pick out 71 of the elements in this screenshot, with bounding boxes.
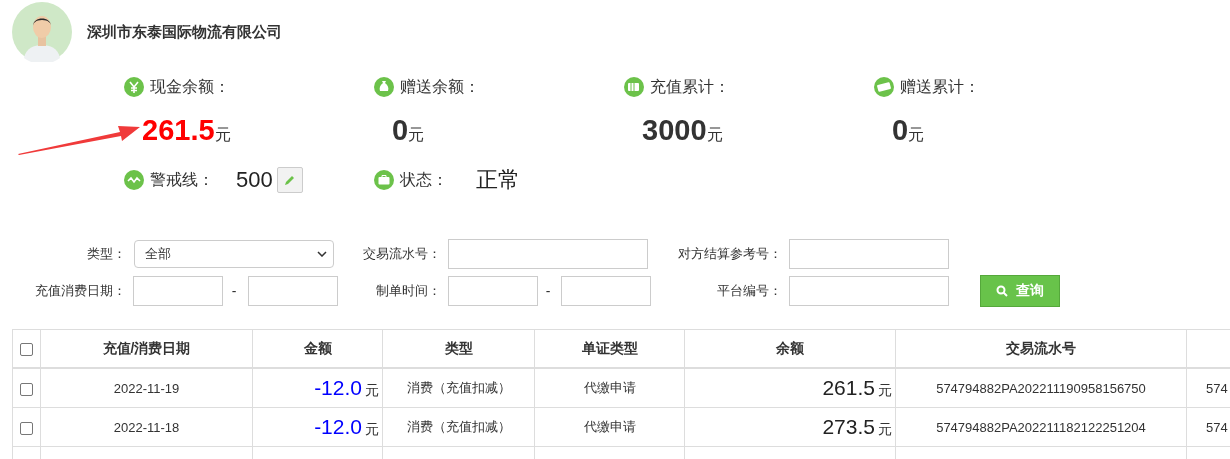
filter-label: 交易流水号： (362, 245, 442, 263)
stat-value: 0 (892, 114, 909, 147)
stat-value: 0 (392, 114, 409, 147)
unit-label: 元 (365, 421, 379, 437)
unit-label: 元 (408, 125, 425, 145)
avatar (12, 2, 72, 62)
reference-input[interactable] (789, 239, 949, 269)
serial-input[interactable] (448, 239, 648, 269)
table-cell: 574 (1206, 380, 1228, 396)
range-separator: - (544, 283, 552, 299)
amount-value: -12.0 (314, 415, 362, 438)
range-separator: - (230, 283, 238, 299)
stat-label: 现金余额： (150, 76, 230, 97)
column-header: 交易流水号 (895, 329, 1187, 368)
serial-cell: 574794882PA202211190958156750 (936, 380, 1146, 396)
filter-label: 充值消费日期： (34, 282, 127, 300)
platform-input[interactable] (789, 276, 949, 306)
column-header: 金额 (252, 329, 383, 368)
balance-value: 273.5 (822, 415, 875, 438)
banknote-icon (874, 77, 894, 97)
filter-label: 类型： (86, 245, 127, 263)
date-from-input[interactable] (133, 276, 223, 306)
stat-label: 充值累计： (650, 76, 730, 97)
money-bag-icon (374, 77, 394, 97)
edit-button[interactable] (276, 167, 303, 193)
made-to-input[interactable] (561, 276, 651, 306)
column-header: 类型 (382, 329, 535, 368)
briefcase-icon (374, 170, 394, 190)
wave-icon (124, 170, 144, 190)
date-cell: 2022-11-19 (113, 380, 180, 396)
type-select[interactable]: 全部 (134, 240, 334, 268)
voucher-type-cell: 代缴申请 (583, 419, 636, 434)
yen-icon (124, 77, 144, 97)
unit-label: 元 (908, 125, 925, 145)
unit-label: 元 (878, 421, 892, 437)
unit-label: 元 (365, 382, 379, 398)
filter-label: 对方结算参考号： (677, 245, 783, 263)
chevron-down-icon (317, 251, 327, 257)
stat-value: 3000 (642, 114, 707, 147)
filter-label: 制单时间： (375, 282, 442, 300)
search-icon (996, 285, 1008, 297)
table-cell: 574 (1206, 419, 1228, 435)
date-to-input[interactable] (248, 276, 338, 306)
filter-label: 平台编号： (716, 282, 783, 300)
row-checkbox[interactable] (20, 421, 33, 435)
type-cell: 消费（充值扣减） (406, 419, 511, 434)
stat-label: 赠送余额： (400, 76, 480, 97)
column-header: 单证类型 (534, 329, 685, 368)
company-name: 深圳市东泰国际物流有限公司 (87, 22, 282, 42)
stat-value: 261.5 (142, 114, 215, 147)
unit-label: 元 (214, 125, 231, 145)
status-label: 状态： (400, 169, 448, 190)
status-value: 正常 (476, 166, 520, 194)
voucher-type-cell: 代缴申请 (583, 380, 636, 395)
column-header: 充值/消费日期 (40, 329, 253, 368)
unit-label: 元 (706, 125, 723, 145)
pencil-icon (283, 174, 296, 186)
type-cell: 消费（充值扣减） (406, 380, 511, 395)
serial-cell: 574794882PA202211182122251204 (936, 419, 1146, 435)
status-label: 警戒线： (150, 169, 214, 190)
date-cell: 2022-11-18 (113, 419, 180, 435)
balance-value: 261.5 (822, 376, 875, 399)
row-checkbox[interactable] (20, 382, 33, 396)
amount-value: -12.0 (314, 376, 362, 399)
made-from-input[interactable] (448, 276, 538, 306)
status-value: 500 (236, 167, 273, 193)
select-all-checkbox[interactable] (20, 343, 33, 357)
unit-label: 元 (878, 382, 892, 398)
cash-stack-icon (624, 77, 644, 97)
column-header: 余额 (684, 329, 896, 368)
stat-label: 赠送累计： (900, 76, 980, 97)
